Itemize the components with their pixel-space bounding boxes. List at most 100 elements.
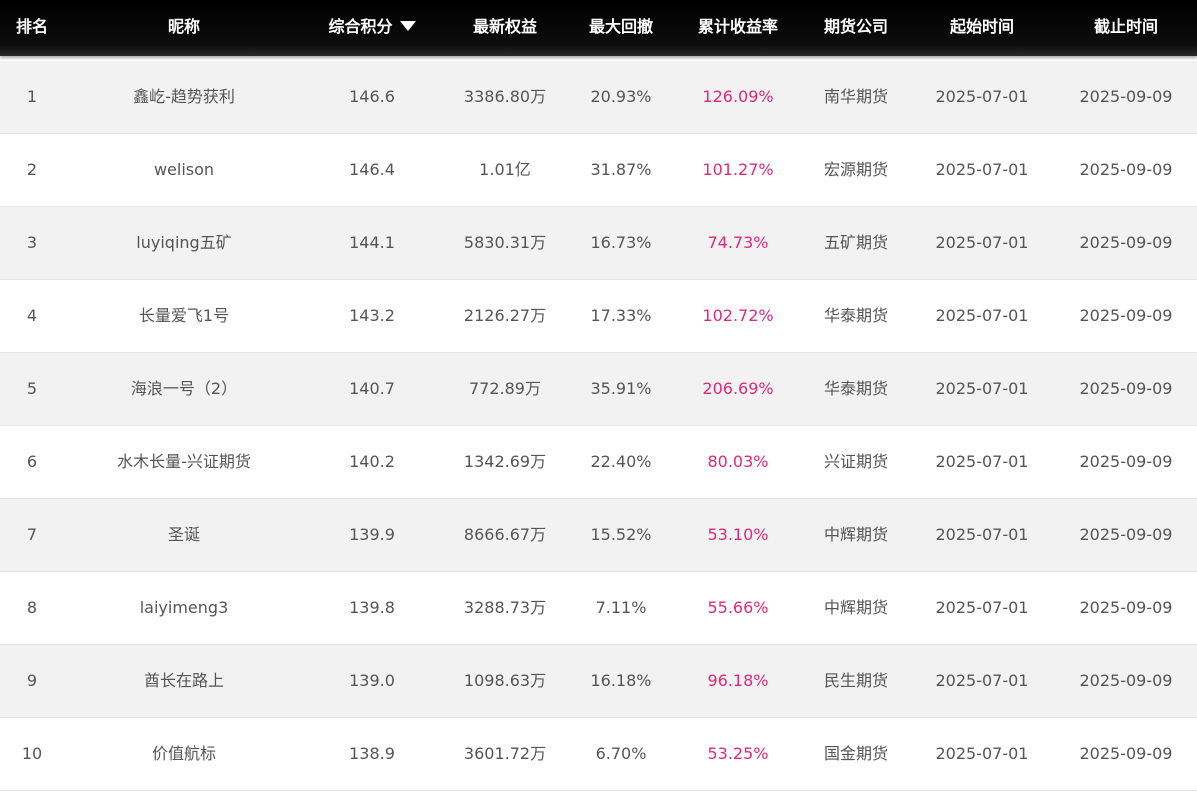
return-cell: 74.73% (707, 233, 769, 252)
rank-cell: 2 (26, 160, 38, 179)
table-row[interactable]: 9 酋长在路上 139.0 1098.63万 16.18% 96.18% 民生期… (0, 645, 1197, 718)
header-rank[interactable]: 排名 (0, 0, 64, 54)
return-cell: 55.66% (707, 598, 769, 617)
nickname-cell[interactable]: 鑫屹-趋势获利 (84, 61, 284, 133)
header-equity[interactable]: 最新权益 (445, 0, 565, 54)
header-start-date[interactable]: 起始时间 (922, 0, 1042, 54)
company-cell: 宏源期货 (823, 160, 888, 179)
rank-cell: 3 (26, 233, 38, 252)
equity-cell: 3601.72万 (463, 744, 547, 763)
table-row[interactable]: 3 luyiqing五矿 144.1 5830.31万 16.73% 74.73… (0, 207, 1197, 280)
end-date-cell: 2025-09-09 (1079, 452, 1173, 471)
sort-desc-icon[interactable] (399, 21, 416, 31)
drawdown-cell: 22.40% (590, 452, 652, 471)
equity-cell: 772.89万 (469, 379, 541, 398)
score-cell: 139.8 (349, 598, 395, 617)
start-date-cell: 2025-07-01 (935, 160, 1029, 179)
start-date-cell: 2025-07-01 (935, 87, 1029, 106)
equity-cell: 1.01亿 (479, 160, 531, 179)
rank-cell: 9 (26, 671, 38, 690)
score-cell: 143.2 (349, 306, 395, 325)
header-drawdown[interactable]: 最大回撤 (571, 0, 671, 54)
equity-cell: 1342.69万 (463, 452, 547, 471)
nickname-cell[interactable]: 水木长量-兴证期货 (84, 426, 284, 498)
nickname-cell[interactable]: 价值航标 (84, 718, 284, 790)
nickname-cell[interactable]: luyiqing五矿 (84, 207, 284, 279)
header-return[interactable]: 累计收益率 (683, 0, 793, 54)
table-row[interactable]: 6 水木长量-兴证期货 140.2 1342.69万 22.40% 80.03%… (0, 426, 1197, 499)
rank-cell: 5 (26, 379, 38, 398)
table-row[interactable]: 5 海浪一号（2） 140.7 772.89万 35.91% 206.69% 华… (0, 353, 1197, 426)
start-date-cell: 2025-07-01 (935, 525, 1029, 544)
equity-cell: 8666.67万 (463, 525, 547, 544)
score-cell: 146.4 (349, 160, 395, 179)
header-company[interactable]: 期货公司 (806, 0, 906, 54)
end-date-cell: 2025-09-09 (1079, 233, 1173, 252)
end-date-cell: 2025-09-09 (1079, 744, 1173, 763)
drawdown-cell: 15.52% (590, 525, 652, 544)
company-cell: 中辉期货 (823, 525, 888, 544)
company-cell: 华泰期货 (823, 379, 888, 398)
drawdown-cell: 20.93% (590, 87, 652, 106)
return-cell: 53.25% (707, 744, 769, 763)
score-cell: 144.1 (349, 233, 395, 252)
table-row[interactable]: 8 laiyimeng3 139.8 3288.73万 7.11% 55.66%… (0, 572, 1197, 645)
end-date-cell: 2025-09-09 (1079, 160, 1173, 179)
nickname-cell[interactable]: welison (84, 134, 284, 206)
score-cell: 139.0 (349, 671, 395, 690)
company-cell: 五矿期货 (823, 233, 888, 252)
return-cell: 102.72% (702, 306, 774, 325)
return-cell: 126.09% (702, 87, 774, 106)
nickname-cell[interactable]: 海浪一号（2） (84, 353, 284, 425)
drawdown-cell: 31.87% (590, 160, 652, 179)
drawdown-cell: 17.33% (590, 306, 652, 325)
equity-cell: 3288.73万 (463, 598, 547, 617)
end-date-cell: 2025-09-09 (1079, 306, 1173, 325)
table-header: 排名 昵称 综合积分 最新权益 最大回撤 累计收益率 期货公司 起始时间 截止时… (0, 0, 1197, 56)
start-date-cell: 2025-07-01 (935, 379, 1029, 398)
equity-cell: 2126.27万 (463, 306, 547, 325)
start-date-cell: 2025-07-01 (935, 306, 1029, 325)
end-date-cell: 2025-09-09 (1079, 87, 1173, 106)
return-cell: 96.18% (707, 671, 769, 690)
rank-cell: 10 (21, 744, 43, 763)
end-date-cell: 2025-09-09 (1079, 598, 1173, 617)
nickname-cell[interactable]: laiyimeng3 (84, 572, 284, 644)
nickname-cell[interactable]: 长量爱飞1号 (84, 280, 284, 352)
header-end-date[interactable]: 截止时间 (1066, 0, 1186, 54)
company-cell: 中辉期货 (823, 598, 888, 617)
company-cell: 国金期货 (823, 744, 888, 763)
company-cell: 南华期货 (823, 87, 888, 106)
rank-cell: 1 (26, 87, 38, 106)
return-cell: 101.27% (702, 160, 774, 179)
nickname-cell[interactable]: 圣诞 (84, 499, 284, 571)
company-cell: 华泰期货 (823, 306, 888, 325)
drawdown-cell: 7.11% (595, 598, 647, 617)
table-row[interactable]: 2 welison 146.4 1.01亿 31.87% 101.27% 宏源期… (0, 134, 1197, 207)
drawdown-cell: 35.91% (590, 379, 652, 398)
equity-cell: 3386.80万 (463, 87, 547, 106)
header-nickname[interactable]: 昵称 (84, 0, 284, 54)
end-date-cell: 2025-09-09 (1079, 379, 1173, 398)
nickname-cell[interactable]: 酋长在路上 (84, 645, 284, 717)
company-cell: 民生期货 (823, 671, 888, 690)
header-score-sort[interactable]: 综合积分 (312, 0, 432, 54)
rank-cell: 7 (26, 525, 38, 544)
start-date-cell: 2025-07-01 (935, 671, 1029, 690)
score-cell: 140.2 (349, 452, 395, 471)
table-body: 1 鑫屹-趋势获利 146.6 3386.80万 20.93% 126.09% … (0, 61, 1197, 791)
drawdown-cell: 6.70% (595, 744, 647, 763)
score-cell: 139.9 (349, 525, 395, 544)
company-cell: 兴证期货 (823, 452, 888, 471)
score-cell: 138.9 (349, 744, 395, 763)
drawdown-cell: 16.73% (590, 233, 652, 252)
rank-cell: 8 (26, 598, 38, 617)
start-date-cell: 2025-07-01 (935, 744, 1029, 763)
score-cell: 146.6 (349, 87, 395, 106)
table-row[interactable]: 1 鑫屹-趋势获利 146.6 3386.80万 20.93% 126.09% … (0, 61, 1197, 134)
rank-cell: 4 (26, 306, 38, 325)
return-cell: 53.10% (707, 525, 769, 544)
table-row[interactable]: 4 长量爱飞1号 143.2 2126.27万 17.33% 102.72% 华… (0, 280, 1197, 353)
table-row[interactable]: 10 价值航标 138.9 3601.72万 6.70% 53.25% 国金期货… (0, 718, 1197, 791)
table-row[interactable]: 7 圣诞 139.9 8666.67万 15.52% 53.10% 中辉期货 2… (0, 499, 1197, 572)
